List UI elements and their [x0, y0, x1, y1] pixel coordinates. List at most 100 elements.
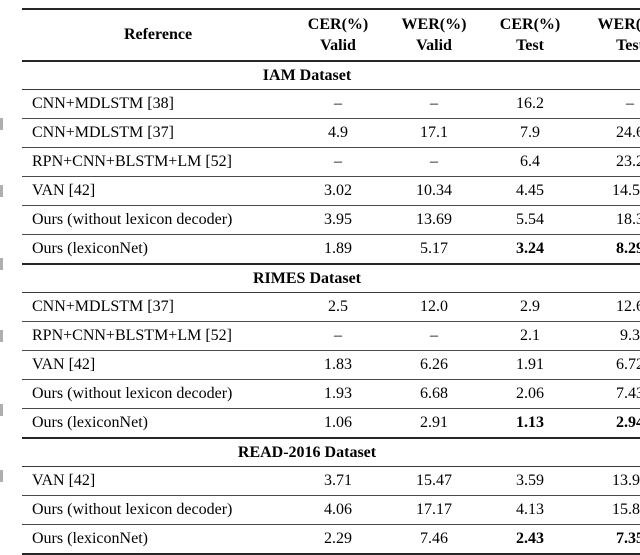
cell-wer-valid: 15.47	[386, 466, 482, 496]
cell-cer-test: 4.13	[482, 495, 578, 525]
column-header-cer-valid: CER(%) Valid	[290, 8, 386, 62]
cell-cer-test: 2.9	[482, 292, 578, 322]
column-header-wer-valid-metric: WER(%)	[401, 15, 467, 33]
results-table-container: Reference CER(%) Valid WER(%) Valid CER(…	[22, 8, 640, 555]
column-header-cer-test-split: Test	[516, 37, 544, 54]
column-header-wer-test-split: Test	[616, 37, 640, 54]
cell-wer-test: 2.94	[578, 408, 640, 439]
table-row: VAN [42] 1.83 6.26 1.91 6.72	[22, 350, 640, 380]
cell-wer-test: 7.43	[578, 379, 640, 409]
table-header: Reference CER(%) Valid WER(%) Valid CER(…	[22, 8, 640, 62]
cell-wer-test: 7.35	[578, 524, 640, 555]
dataset-section-title: RIMES Dataset	[22, 264, 640, 293]
clipped-margin-glyph	[0, 185, 3, 197]
cell-cer-test: 2.43	[482, 524, 578, 555]
clipped-margin-glyph	[0, 404, 3, 416]
cell-cer-valid: –	[290, 89, 386, 119]
cell-reference: RPN+CNN+BLSTM+LM [52]	[22, 147, 290, 177]
table-row: Ours (without lexicon decoder) 4.06 17.17 4…	[22, 495, 640, 525]
table-row: Ours (lexiconNet) 2.29 7.46 2.43 7.35	[22, 524, 640, 555]
cell-wer-test: –	[578, 89, 640, 119]
clipped-margin-glyph	[0, 258, 3, 270]
cell-cer-valid: –	[290, 147, 386, 177]
cell-reference: VAN [42]	[22, 466, 290, 496]
cell-reference: Ours (without lexicon decoder)	[22, 205, 290, 235]
table-row: CNN+MDLSTM [37] 4.9 17.1 7.9 24.6	[22, 118, 640, 148]
cell-cer-test: 2.1	[482, 321, 578, 351]
cell-wer-test: 18.3	[578, 205, 640, 235]
table-row: Ours (without lexicon decoder) 1.93 6.68 2.…	[22, 379, 640, 409]
cell-reference: Ours (lexiconNet)	[22, 234, 290, 265]
clipped-margin-glyph	[0, 470, 3, 482]
column-header-cer-test: CER(%) Test	[482, 8, 578, 62]
dataset-section-title: READ-2016 Dataset	[22, 438, 640, 467]
cell-wer-test: 13.94	[578, 466, 640, 496]
clipped-margin-glyph	[0, 118, 3, 130]
cell-cer-test: 3.24	[482, 234, 578, 265]
cell-wer-valid: 13.69	[386, 205, 482, 235]
cell-reference: VAN [42]	[22, 176, 290, 206]
results-table: Reference CER(%) Valid WER(%) Valid CER(…	[22, 8, 640, 555]
cell-wer-test: 15.83	[578, 495, 640, 525]
cell-reference: RPN+CNN+BLSTM+LM [52]	[22, 321, 290, 351]
column-header-reference-label: Reference	[123, 26, 193, 44]
cell-wer-valid: –	[386, 321, 482, 351]
cell-cer-test: 2.06	[482, 379, 578, 409]
table-row: VAN [42]3.0210.344.4514.55	[22, 176, 640, 206]
cell-cer-test: 3.59	[482, 466, 578, 496]
column-header-wer-valid-split: Valid	[416, 37, 452, 54]
cell-wer-test: 9.3	[578, 321, 640, 351]
cell-wer-test: 6.72	[578, 350, 640, 380]
column-header-cer-valid-metric: CER(%)	[307, 15, 369, 33]
cell-cer-test: 16.2	[482, 89, 578, 119]
cell-reference: Ours (without lexicon decoder)	[22, 495, 290, 525]
table-row: VAN [42]3.7115.473.5913.94	[22, 466, 640, 496]
cell-wer-valid: 17.17	[386, 495, 482, 525]
table-body: IAM Dataset CNN+MDLSTM [38] – –16.2– CNN+MDL…	[22, 61, 640, 555]
cell-wer-valid: 10.34	[386, 176, 482, 206]
cell-cer-valid: 1.93	[290, 379, 386, 409]
dataset-section-header: IAM Dataset	[22, 61, 640, 90]
cell-wer-valid: 7.46	[386, 524, 482, 555]
cell-cer-test: 5.54	[482, 205, 578, 235]
cell-reference: CNN+MDLSTM [37]	[22, 118, 290, 148]
cell-cer-test: 1.91	[482, 350, 578, 380]
cell-wer-test: 24.6	[578, 118, 640, 148]
cell-cer-test: 4.45	[482, 176, 578, 206]
cell-cer-test: 6.4	[482, 147, 578, 177]
table-row: Ours (without lexicon decoder) 3.95 13.69 5…	[22, 205, 640, 235]
cell-cer-valid: 4.06	[290, 495, 386, 525]
cell-wer-test: 12.6	[578, 292, 640, 322]
dataset-section-title: IAM Dataset	[22, 61, 640, 90]
cell-cer-valid: 3.02	[290, 176, 386, 206]
cell-cer-valid: 3.71	[290, 466, 386, 496]
column-header-reference: Reference	[22, 8, 290, 62]
cell-reference: CNN+MDLSTM [38]	[22, 89, 290, 119]
table-row: RPN+CNN+BLSTM+LM [52] – –6.4 23.2	[22, 147, 640, 177]
cell-wer-test: 14.55	[578, 176, 640, 206]
cell-cer-valid: 1.89	[290, 234, 386, 265]
dataset-section-header: READ-2016 Dataset	[22, 438, 640, 467]
cell-reference: Ours (lexiconNet)	[22, 408, 290, 439]
cell-cer-valid: 2.5	[290, 292, 386, 322]
cell-wer-valid: 6.26	[386, 350, 482, 380]
column-header-wer-valid: WER(%) Valid	[386, 8, 482, 62]
cell-wer-valid: 6.68	[386, 379, 482, 409]
cell-cer-valid: 1.83	[290, 350, 386, 380]
table-header-row: Reference CER(%) Valid WER(%) Valid CER(…	[22, 8, 640, 62]
cell-wer-test: 8.29	[578, 234, 640, 265]
cell-wer-valid: 12.0	[386, 292, 482, 322]
cell-cer-test: 7.9	[482, 118, 578, 148]
cell-wer-valid: 5.17	[386, 234, 482, 265]
dataset-section-header: RIMES Dataset	[22, 264, 640, 293]
clipped-margin-glyph	[0, 330, 3, 342]
cell-cer-valid: 2.29	[290, 524, 386, 555]
column-header-wer-test-metric: WER(%)	[597, 15, 640, 33]
cell-wer-valid: 2.91	[386, 408, 482, 439]
cell-cer-test: 1.13	[482, 408, 578, 439]
column-header-cer-test-metric: CER(%)	[499, 15, 561, 33]
table-row: Ours (lexiconNet) 1.89 5.17 3.24 8.29	[22, 234, 640, 265]
table-row: CNN+MDLSTM [37] 2.5 12.0 2.9 12.6	[22, 292, 640, 322]
table-row: Ours (lexiconNet) 1.06 2.91 1.13 2.94	[22, 408, 640, 439]
table-row: RPN+CNN+BLSTM+LM [52] – –2.1 9.3	[22, 321, 640, 351]
